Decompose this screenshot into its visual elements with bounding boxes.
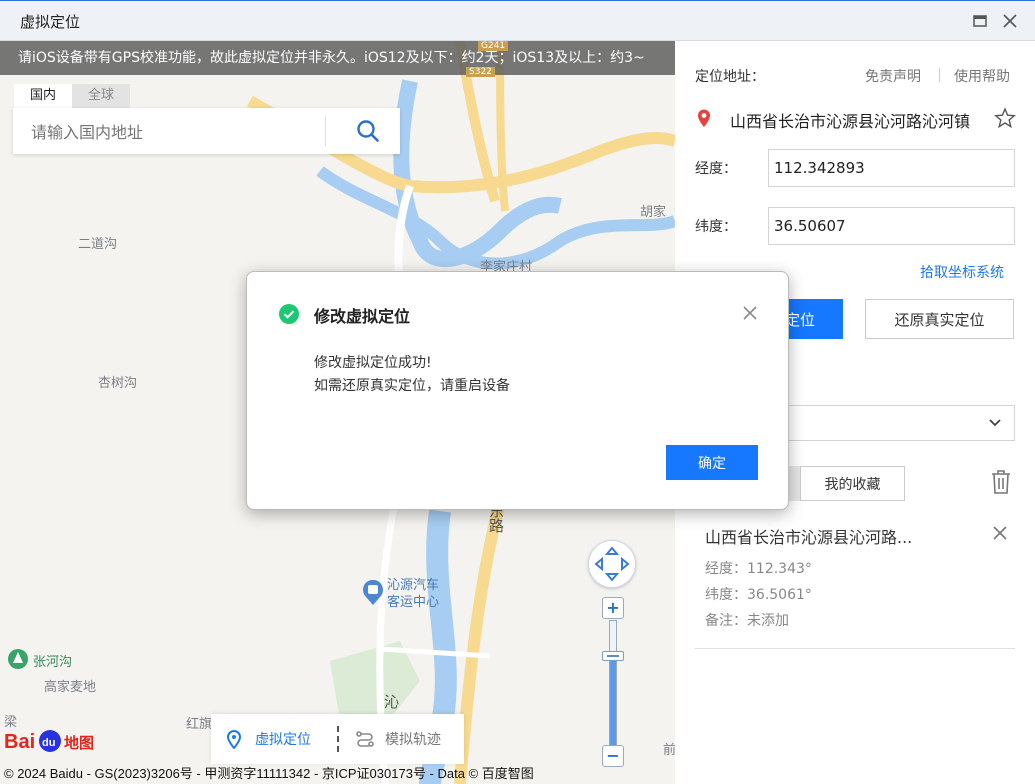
disclaimer-link[interactable]: 免责声明 (865, 66, 921, 86)
current-address: 山西省长治市沁源县沁河路沁河镇 (730, 112, 971, 131)
dialog-message-line1: 修改虚拟定位成功! (314, 355, 432, 371)
divider (325, 116, 326, 146)
restore-location-button[interactable]: 还原真实定位 (865, 299, 1014, 339)
pan-arrows-icon (594, 546, 630, 582)
route-icon (356, 731, 374, 747)
zoom-slider-fill (610, 656, 616, 749)
success-check-icon (279, 304, 299, 324)
highway-badge: S322 (466, 67, 495, 77)
search-tabs: 国内 全球 (14, 84, 131, 108)
search-button[interactable] (338, 112, 398, 150)
latitude-label: 纬度： (695, 219, 737, 235)
map-copyright: © 2024 Baidu - GS(2023)3206号 - 甲测资字11111… (4, 766, 534, 781)
map-poi-label: 沁源汽车 客运中心 (387, 578, 440, 610)
svg-text:du: du (42, 737, 55, 749)
longitude-label: 经度： (695, 161, 737, 177)
zoom-out-button[interactable]: − (602, 745, 624, 767)
link-divider (939, 68, 940, 82)
pick-coordinates-link[interactable]: 拾取坐标系统 (920, 262, 1004, 282)
favorite-card[interactable]: 山西省长治市沁源县沁河路... 经度：112.343° 纬度：36.5061° … (695, 511, 1015, 649)
map-label: 张河沟 (33, 655, 73, 670)
dialog-close-icon[interactable] (739, 302, 761, 324)
map-label: 二道沟 (78, 237, 118, 252)
mode-virtual-location[interactable]: 虚拟定位 (211, 714, 335, 764)
maximize-icon (973, 15, 987, 27)
zoom-in-button[interactable]: + (602, 597, 624, 619)
success-dialog: 修改虚拟定位 修改虚拟定位成功! 如需还原真实定位，请重启设备 确定 (246, 271, 789, 510)
window-title: 虚拟定位 (20, 13, 81, 31)
dialog-message-line2: 如需还原真实定位，请重启设备 (314, 378, 510, 394)
tab-domestic[interactable]: 国内 (14, 84, 73, 108)
card-note: 备注：未添加 (705, 613, 789, 629)
zoom-slider-handle[interactable] (602, 651, 624, 662)
map-label: 前 (663, 743, 675, 758)
park-icon (8, 649, 28, 669)
dialog-title: 修改虚拟定位 (314, 307, 411, 326)
map-label: 高家麦地 (44, 680, 97, 695)
baidu-map-logo: Bai du 地图 (4, 723, 96, 759)
chevron-down-icon (989, 419, 1001, 427)
location-label: 定位地址： (695, 69, 765, 85)
zoom-slider[interactable] (609, 620, 617, 750)
map-label: 胡家 (640, 205, 667, 220)
location-pin-icon (698, 109, 710, 127)
close-window-button[interactable] (998, 9, 1022, 33)
address-search-input[interactable] (31, 120, 321, 144)
help-link[interactable]: 使用帮助 (954, 66, 1010, 86)
remove-card-icon[interactable] (992, 525, 1008, 541)
map-label: 沁 (384, 693, 400, 711)
favorites-tab[interactable]: 我的收藏 (800, 466, 905, 501)
longitude-input[interactable]: 112.342893 (768, 149, 1015, 187)
bus-station-icon (363, 580, 383, 605)
card-title: 山西省长治市沁源县沁河路... (705, 528, 913, 547)
map-label: 红旗 (186, 717, 213, 732)
card-longitude: 经度：112.343° (705, 561, 812, 577)
ios-notice-marquee: 请iOS设备带有GPS校准功能，故此虚拟定位并非永久。iOS12及以下：约2天；… (0, 41, 675, 75)
svg-text:地图: 地图 (64, 734, 94, 752)
latitude-input[interactable]: 36.50607 (768, 207, 1015, 245)
title-bar: 虚拟定位 (0, 0, 1035, 41)
search-box (13, 108, 400, 154)
map-label: 杏树沟 (98, 376, 138, 391)
mode-simulated-track[interactable]: 模拟轨迹 (341, 714, 441, 764)
mode-virtual-label: 虚拟定位 (255, 732, 311, 748)
location-pin-icon (226, 730, 242, 749)
mode-separator (337, 726, 339, 752)
baidu-logo-icon: Bai du 地图 (4, 730, 94, 753)
card-latitude: 纬度：36.5061° (705, 587, 812, 603)
maximize-button[interactable] (968, 9, 992, 33)
tab-global[interactable]: 全球 (72, 84, 131, 108)
trash-icon[interactable] (990, 469, 1012, 495)
favorite-star-icon[interactable] (994, 107, 1016, 129)
mode-bar: 虚拟定位 模拟轨迹 (211, 714, 464, 764)
highway-badge: G241 (478, 41, 509, 51)
mode-track-label: 模拟轨迹 (385, 732, 441, 748)
close-icon (1003, 14, 1017, 28)
pan-control[interactable] (588, 540, 636, 588)
search-icon (357, 120, 379, 142)
svg-text:Bai: Bai (4, 731, 35, 753)
dialog-ok-button[interactable]: 确定 (666, 445, 758, 480)
